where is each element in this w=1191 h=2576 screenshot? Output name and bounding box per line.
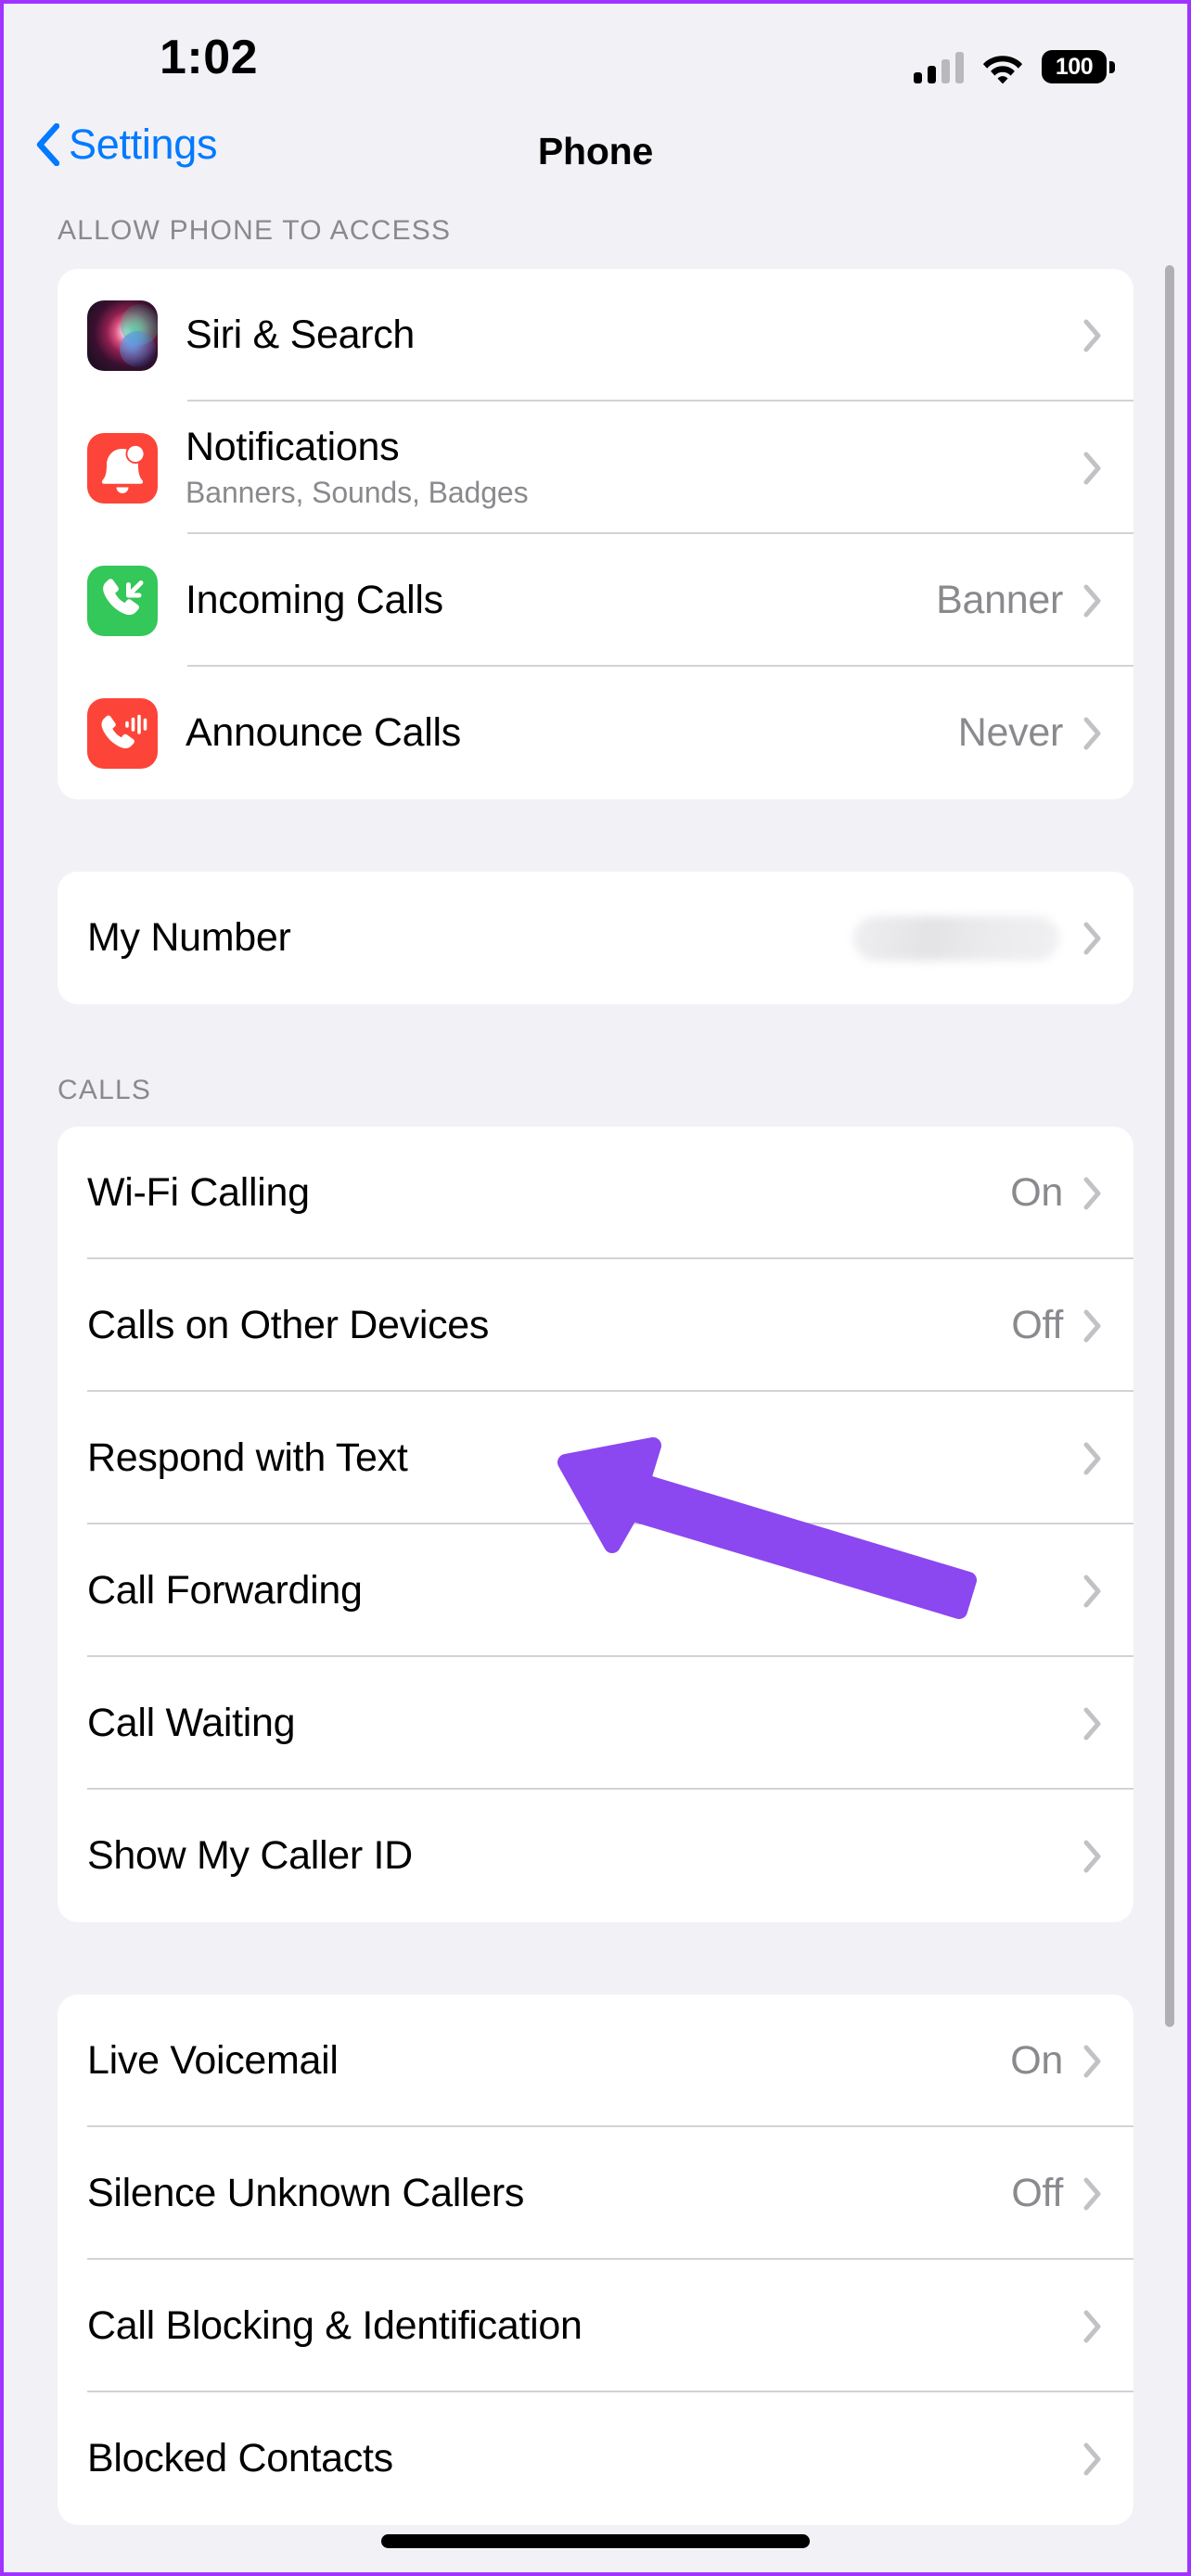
row-title: Blocked Contacts bbox=[87, 2436, 393, 2481]
chevron-right-icon bbox=[1083, 2310, 1101, 2342]
section-card-my-number: My Number bbox=[58, 872, 1133, 1004]
vertical-scrollbar[interactable] bbox=[1165, 265, 1174, 2027]
my-number-redacted-value bbox=[853, 915, 1059, 961]
status-bar-time: 1:02 bbox=[160, 31, 259, 84]
row-call-forwarding[interactable]: Call Forwarding bbox=[58, 1524, 1133, 1657]
row-title: Announce Calls bbox=[186, 710, 461, 756]
row-title: Wi-Fi Calling bbox=[87, 1170, 310, 1216]
chevron-right-icon bbox=[1083, 584, 1101, 617]
row-live-voicemail[interactable]: Live Voicemail On bbox=[58, 1995, 1133, 2127]
row-value: On bbox=[1010, 2038, 1063, 2083]
chevron-right-icon bbox=[1083, 1840, 1101, 1872]
row-value: Banner bbox=[936, 578, 1063, 622]
row-title: Incoming Calls bbox=[186, 578, 443, 623]
section-header-allow-phone-to-access: ALLOW PHONE TO ACCESS bbox=[58, 215, 452, 246]
row-title: Silence Unknown Callers bbox=[87, 2171, 525, 2216]
row-title: Respond with Text bbox=[87, 1435, 408, 1481]
section-card-voicemail-blocking: Live Voicemail On Silence Unknown Caller… bbox=[58, 1995, 1133, 2525]
row-title: Show My Caller ID bbox=[87, 1833, 413, 1879]
chevron-right-icon bbox=[1083, 2045, 1101, 2077]
chevron-right-icon bbox=[1083, 1575, 1101, 1607]
row-title: My Number bbox=[87, 915, 291, 961]
row-title: Calls on Other Devices bbox=[87, 1303, 490, 1348]
row-subtitle: Banners, Sounds, Badges bbox=[186, 476, 529, 510]
row-calls-on-other-devices[interactable]: Calls on Other Devices Off bbox=[58, 1259, 1133, 1392]
settings-scroll-view[interactable]: ALLOW PHONE TO ACCESS Siri & Search Noti… bbox=[4, 208, 1187, 2572]
battery-percent-label: 100 bbox=[1055, 53, 1094, 80]
row-wifi-calling[interactable]: Wi-Fi Calling On bbox=[58, 1127, 1133, 1259]
row-my-number[interactable]: My Number bbox=[58, 872, 1133, 1004]
row-silence-unknown-callers[interactable]: Silence Unknown Callers Off bbox=[58, 2127, 1133, 2260]
row-announce-calls[interactable]: Announce Calls Never bbox=[58, 667, 1133, 799]
row-title: Notifications bbox=[186, 424, 400, 469]
row-incoming-calls[interactable]: Incoming Calls Banner bbox=[58, 534, 1133, 667]
row-call-waiting[interactable]: Call Waiting bbox=[58, 1657, 1133, 1790]
announce-calls-icon bbox=[87, 697, 158, 769]
row-title: Call Blocking & Identification bbox=[87, 2303, 583, 2349]
page-title: Phone bbox=[537, 130, 654, 172]
chevron-right-icon bbox=[1083, 2442, 1101, 2475]
row-value: Off bbox=[1011, 1303, 1063, 1347]
row-title: Siri & Search bbox=[186, 312, 416, 358]
home-indicator bbox=[381, 2534, 810, 2548]
status-bar-indicators: 100 bbox=[914, 43, 1115, 83]
row-blocked-contacts[interactable]: Blocked Contacts bbox=[58, 2392, 1133, 2525]
chevron-right-icon bbox=[1083, 922, 1101, 954]
row-siri-and-search[interactable]: Siri & Search bbox=[58, 269, 1133, 402]
chevron-right-icon bbox=[1083, 1309, 1101, 1342]
row-respond-with-text[interactable]: Respond with Text bbox=[58, 1392, 1133, 1524]
cellular-signal-icon bbox=[914, 52, 964, 83]
chevron-right-icon bbox=[1083, 1707, 1101, 1740]
siri-icon bbox=[87, 300, 158, 371]
section-header-calls: CALLS bbox=[58, 1075, 152, 1105]
section-card-allow-phone-to-access: Siri & Search Notifications Banners, Sou… bbox=[58, 269, 1133, 799]
chevron-right-icon bbox=[1083, 319, 1101, 351]
navigation-bar: Settings Phone bbox=[4, 106, 1187, 208]
row-title: Live Voicemail bbox=[87, 2038, 339, 2084]
section-card-calls: Wi-Fi Calling On Calls on Other Devices … bbox=[58, 1127, 1133, 1922]
chevron-right-icon bbox=[1083, 717, 1101, 749]
chevron-right-icon bbox=[1083, 452, 1101, 484]
row-notifications[interactable]: Notifications Banners, Sounds, Badges bbox=[58, 402, 1133, 534]
chevron-right-icon bbox=[1083, 1442, 1101, 1474]
chevron-right-icon bbox=[1083, 1177, 1101, 1209]
status-bar: 1:02 100 bbox=[4, 4, 1187, 106]
row-call-blocking-and-identification[interactable]: Call Blocking & Identification bbox=[58, 2260, 1133, 2392]
battery-icon: 100 bbox=[1042, 50, 1115, 83]
row-show-my-caller-id[interactable]: Show My Caller ID bbox=[58, 1790, 1133, 1922]
chevron-right-icon bbox=[1083, 2177, 1101, 2210]
wifi-icon bbox=[982, 56, 1023, 83]
row-title: Call Forwarding bbox=[87, 1568, 363, 1613]
incoming-call-icon bbox=[87, 565, 158, 636]
row-value: Never bbox=[957, 710, 1064, 755]
row-value: Off bbox=[1011, 2171, 1063, 2215]
iphone-screen: 1:02 100 Settings Phone ALLOW PHONE TO A… bbox=[0, 0, 1191, 2576]
notifications-bell-icon bbox=[87, 432, 158, 504]
row-value: On bbox=[1010, 1170, 1063, 1215]
row-title: Call Waiting bbox=[87, 1701, 296, 1746]
